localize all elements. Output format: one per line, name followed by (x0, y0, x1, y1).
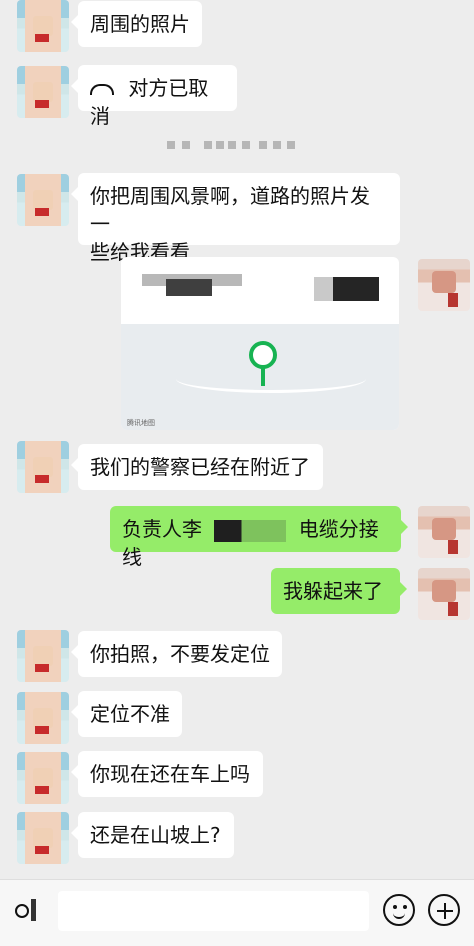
message-text: 负责人李 (122, 517, 202, 541)
avatar[interactable] (17, 692, 69, 744)
avatar[interactable] (17, 752, 69, 804)
message-text: 你把周围风景啊，道路的照片发一 (90, 184, 370, 236)
map-road (176, 365, 366, 393)
map-caption: 腾讯地图 (127, 419, 155, 427)
message-input[interactable] (58, 891, 369, 931)
avatar[interactable] (17, 630, 69, 682)
message-text: 还是在山坡上? (90, 823, 221, 847)
avatar[interactable] (17, 0, 69, 52)
message-text: 周围的照片 (90, 12, 190, 36)
my-message-bubble[interactable]: 负责人李 电缆分接线 (110, 506, 408, 569)
message-bubble[interactable]: 我们的警察已经在附近了 (71, 444, 323, 490)
message-bubble[interactable]: 定位不准 (71, 691, 182, 737)
map-preview[interactable]: 腾讯地图 (121, 324, 399, 430)
avatar[interactable] (418, 506, 470, 558)
my-message-bubble[interactable]: 我躲起来了 (271, 568, 407, 614)
blurred-location-subtitle (333, 277, 379, 301)
emoji-icon[interactable] (383, 894, 415, 926)
avatar[interactable] (17, 441, 69, 493)
message-text: 你现在还在车上吗 (90, 762, 250, 786)
avatar[interactable] (17, 812, 69, 864)
redacted-name (214, 519, 287, 542)
location-pin-icon (249, 341, 277, 369)
message-text: 你拍照，不要发定位 (90, 642, 270, 666)
timestamp (167, 138, 317, 152)
message-text: 我们的警察已经在附近了 (90, 455, 310, 479)
avatar[interactable] (418, 568, 470, 620)
message-bubble[interactable]: 还是在山坡上? (71, 812, 234, 858)
message-text: 我躲起来了 (283, 579, 383, 603)
voice-icon[interactable] (13, 897, 45, 925)
location-pin-icon (261, 368, 265, 386)
message-bubble[interactable]: 你拍照，不要发定位 (71, 631, 282, 677)
message-input-bar (0, 879, 474, 946)
message-bubble[interactable]: 你现在还在车上吗 (71, 751, 263, 797)
message-text: 定位不准 (90, 702, 170, 726)
message-bubble[interactable]: 你把周围风景啊，道路的照片发一 些给我看看 (71, 173, 400, 264)
location-card[interactable]: 腾讯地图 (121, 257, 399, 430)
call-record-bubble[interactable]: 对方已取消 (71, 65, 237, 128)
avatar[interactable] (17, 174, 69, 226)
plus-icon[interactable] (428, 894, 460, 926)
blurred-location-title (166, 279, 212, 296)
message-bubble[interactable]: 周围的照片 (71, 1, 202, 47)
avatar[interactable] (17, 66, 69, 118)
phone-hangup-icon (90, 84, 114, 95)
avatar[interactable] (418, 259, 470, 311)
